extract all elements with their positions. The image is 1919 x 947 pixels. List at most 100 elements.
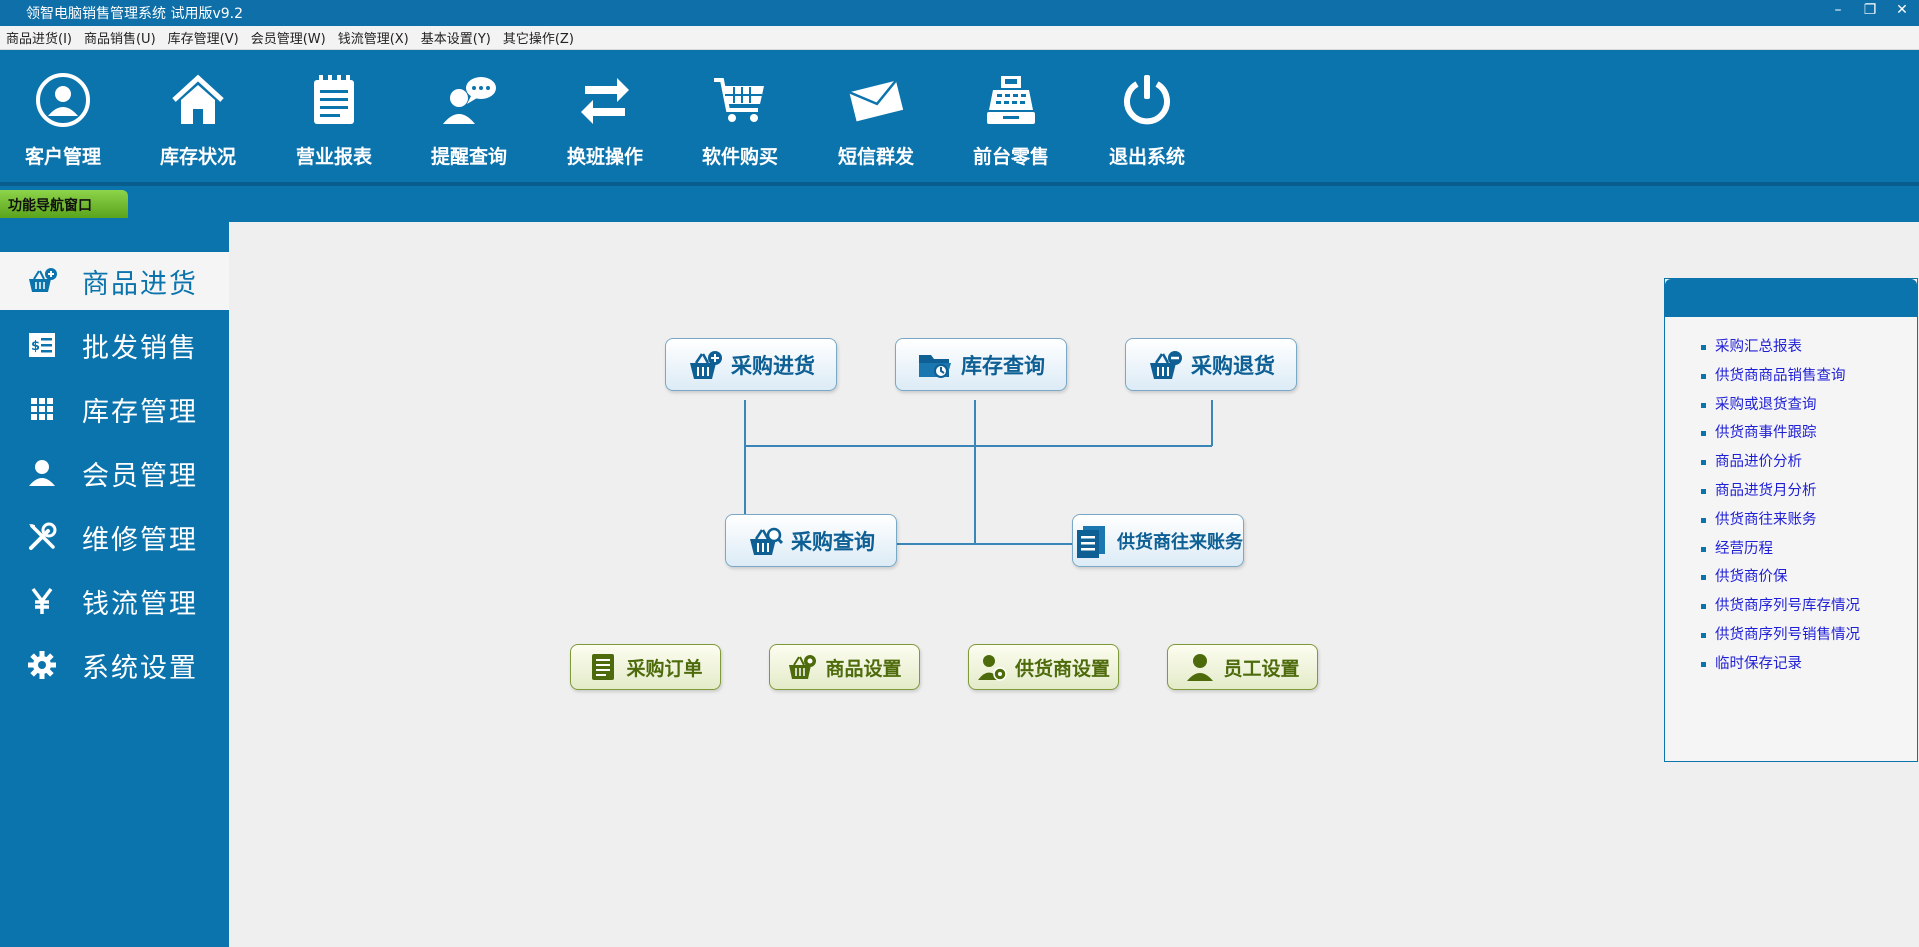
basket-plus-icon [29, 268, 57, 292]
sidebar-item-label: 会员管理 [82, 460, 198, 492]
window-controls: – ❐ ✕ [1829, 2, 1911, 18]
link-supplier-serial-sales[interactable]: 供货商序列号销售情况 [1701, 621, 1917, 650]
toolbar-shift-button[interactable]: 换班操作 [550, 50, 660, 182]
toolbar-label: 前台零售 [972, 146, 1049, 168]
purchase-order-button[interactable]: 采购订单 [570, 644, 721, 690]
menu-sales[interactable]: 商品销售(U) [84, 28, 156, 47]
tools-icon [29, 522, 57, 550]
button-label: 供货商往来账务 [1117, 531, 1243, 553]
button-label: 供货商设置 [1014, 657, 1110, 680]
main-toolbar: 客户管理 库存状况 营业报表 提醒查询 换班操作 软件购买 短信群发 前台零售 … [0, 50, 1919, 182]
toolbar-label: 软件购买 [701, 146, 778, 168]
toolbar-report-button[interactable]: 营业报表 [279, 50, 389, 182]
toolbar-label: 客户管理 [24, 146, 101, 168]
yen-icon [31, 587, 53, 614]
stock-query-button[interactable]: 库存查询 [895, 338, 1067, 391]
link-business-history[interactable]: 经营历程 [1701, 535, 1917, 564]
link-supplier-price-protection[interactable]: 供货商价保 [1701, 563, 1917, 592]
person-icon [29, 460, 55, 486]
link-purchase-return-query[interactable]: 采购或退货查询 [1701, 391, 1917, 420]
panel-header [1665, 279, 1917, 317]
toolbar-customer-button[interactable]: 客户管理 [8, 50, 118, 182]
toolbar-label: 提醒查询 [430, 146, 507, 168]
cash-register-icon [987, 76, 1035, 124]
menu-members[interactable]: 会员管理(W) [251, 28, 326, 47]
title-bar: 领智电脑销售管理系统 试用版v9.2 – ❐ ✕ [0, 0, 1919, 26]
menu-purchase[interactable]: 商品进货(I) [6, 28, 72, 47]
button-label: 采购查询 [791, 529, 875, 554]
button-label: 库存查询 [961, 353, 1045, 378]
sidebar-item-members[interactable]: 会员管理 [0, 444, 229, 502]
order-list-icon [592, 654, 615, 680]
flow-diagram-lines [744, 400, 1213, 545]
supplier-setting-button[interactable]: 供货商设置 [968, 644, 1119, 690]
notepad-icon [314, 75, 354, 124]
link-supplier-accounts[interactable]: 供货商往来账务 [1701, 506, 1917, 535]
customer-icon [36, 73, 90, 127]
menu-other[interactable]: 其它操作(Z) [503, 28, 574, 47]
close-button[interactable]: ✕ [1893, 2, 1911, 18]
sidebar-item-system[interactable]: 系统设置 [0, 636, 229, 694]
goods-setting-button[interactable]: 商品设置 [769, 644, 920, 690]
envelope-icon [848, 79, 904, 122]
link-supplier-serial-stock[interactable]: 供货商序列号库存情况 [1701, 592, 1917, 621]
window-title: 领智电脑销售管理系统 试用版v9.2 [26, 6, 243, 22]
person-icon [1187, 654, 1214, 681]
swap-arrows-icon [581, 78, 629, 124]
folder-search-icon [919, 354, 951, 378]
purchase-query-button[interactable]: 采购查询 [725, 514, 897, 567]
basket-gear-icon [789, 655, 817, 679]
link-goods-cost-analysis[interactable]: 商品进价分析 [1701, 448, 1917, 477]
workflow-area: 采购进货 库存查询 采购退货 采购查询 供货商往来账务 采购订单 商品设置 供货… [229, 222, 1659, 947]
link-purchase-summary[interactable]: 采购汇总报表 [1701, 333, 1917, 362]
svg-text:$: $ [31, 339, 40, 354]
button-label: 采购退货 [1191, 353, 1275, 378]
restore-button[interactable]: ❐ [1861, 2, 1879, 18]
toolbar-stock-status-button[interactable]: 库存状况 [143, 50, 253, 182]
chat-person-icon [443, 77, 496, 124]
sidebar-item-wholesale[interactable]: $ 批发销售 [0, 316, 229, 374]
toolbar-retail-button[interactable]: 前台零售 [956, 50, 1066, 182]
toolbar-purchase-software-button[interactable]: 软件购买 [685, 50, 795, 182]
sidebar-item-cashflow[interactable]: 钱流管理 [0, 572, 229, 630]
sidebar-item-repair[interactable]: 维修管理 [0, 508, 229, 566]
purchase-in-button[interactable]: 采购进货 [665, 338, 837, 391]
link-supplier-event-tracking[interactable]: 供货商事件跟踪 [1701, 419, 1917, 448]
toolbar-label: 营业报表 [295, 146, 372, 168]
toolbar-sms-button[interactable]: 短信群发 [821, 50, 931, 182]
sidebar-item-label: 商品进货 [82, 268, 198, 300]
sidebar-item-inventory[interactable]: 库存管理 [0, 380, 229, 438]
sidebar-item-label: 库存管理 [82, 396, 198, 428]
toolbar-label: 短信群发 [837, 146, 914, 168]
toolbar-label: 退出系统 [1108, 146, 1185, 168]
power-icon [1124, 75, 1170, 125]
basket-plus-icon [690, 350, 722, 379]
menu-settings[interactable]: 基本设置(Y) [421, 28, 491, 47]
toolbar-label: 换班操作 [566, 146, 643, 168]
person-gear-icon [977, 655, 1007, 681]
sidebar-item-label: 系统设置 [82, 652, 198, 684]
button-label: 采购进货 [731, 353, 815, 378]
link-monthly-purchase-analysis[interactable]: 商品进货月分析 [1701, 477, 1917, 506]
quick-links-list: 采购汇总报表 供货商商品销售查询 采购或退货查询 供货商事件跟踪 商品进价分析 … [1665, 317, 1917, 679]
toolbar-exit-button[interactable]: 退出系统 [1092, 50, 1202, 182]
sidebar-item-purchase[interactable]: 商品进货 [0, 252, 229, 310]
sidebar: 商品进货 $ 批发销售 库存管理 会员管理 维修管理 钱流管理 系统设置 [0, 222, 229, 947]
link-supplier-goods-sales[interactable]: 供货商商品销售查询 [1701, 362, 1917, 391]
menu-cashflow[interactable]: 钱流管理(X) [338, 28, 409, 47]
purchase-return-button[interactable]: 采购退货 [1125, 338, 1297, 391]
toolbar-reminder-button[interactable]: 提醒查询 [414, 50, 524, 182]
sidebar-item-label: 钱流管理 [82, 588, 198, 620]
quick-links-panel: 采购汇总报表 供货商商品销售查询 采购或退货查询 供货商事件跟踪 商品进价分析 … [1664, 278, 1918, 762]
menu-inventory[interactable]: 库存管理(V) [168, 28, 239, 47]
minimize-button[interactable]: – [1829, 2, 1847, 18]
supplier-accounts-button[interactable]: 供货商往来账务 [1072, 514, 1244, 567]
gear-icon [28, 651, 56, 679]
house-icon [172, 74, 224, 124]
button-label: 商品设置 [825, 657, 902, 680]
documents-icon [1077, 525, 1105, 558]
toolbar-label: 库存状况 [159, 146, 236, 168]
link-temp-saved-records[interactable]: 临时保存记录 [1701, 650, 1917, 679]
nav-window-tab[interactable]: 功能导航窗口 [0, 190, 128, 218]
staff-setting-button[interactable]: 员工设置 [1167, 644, 1318, 690]
